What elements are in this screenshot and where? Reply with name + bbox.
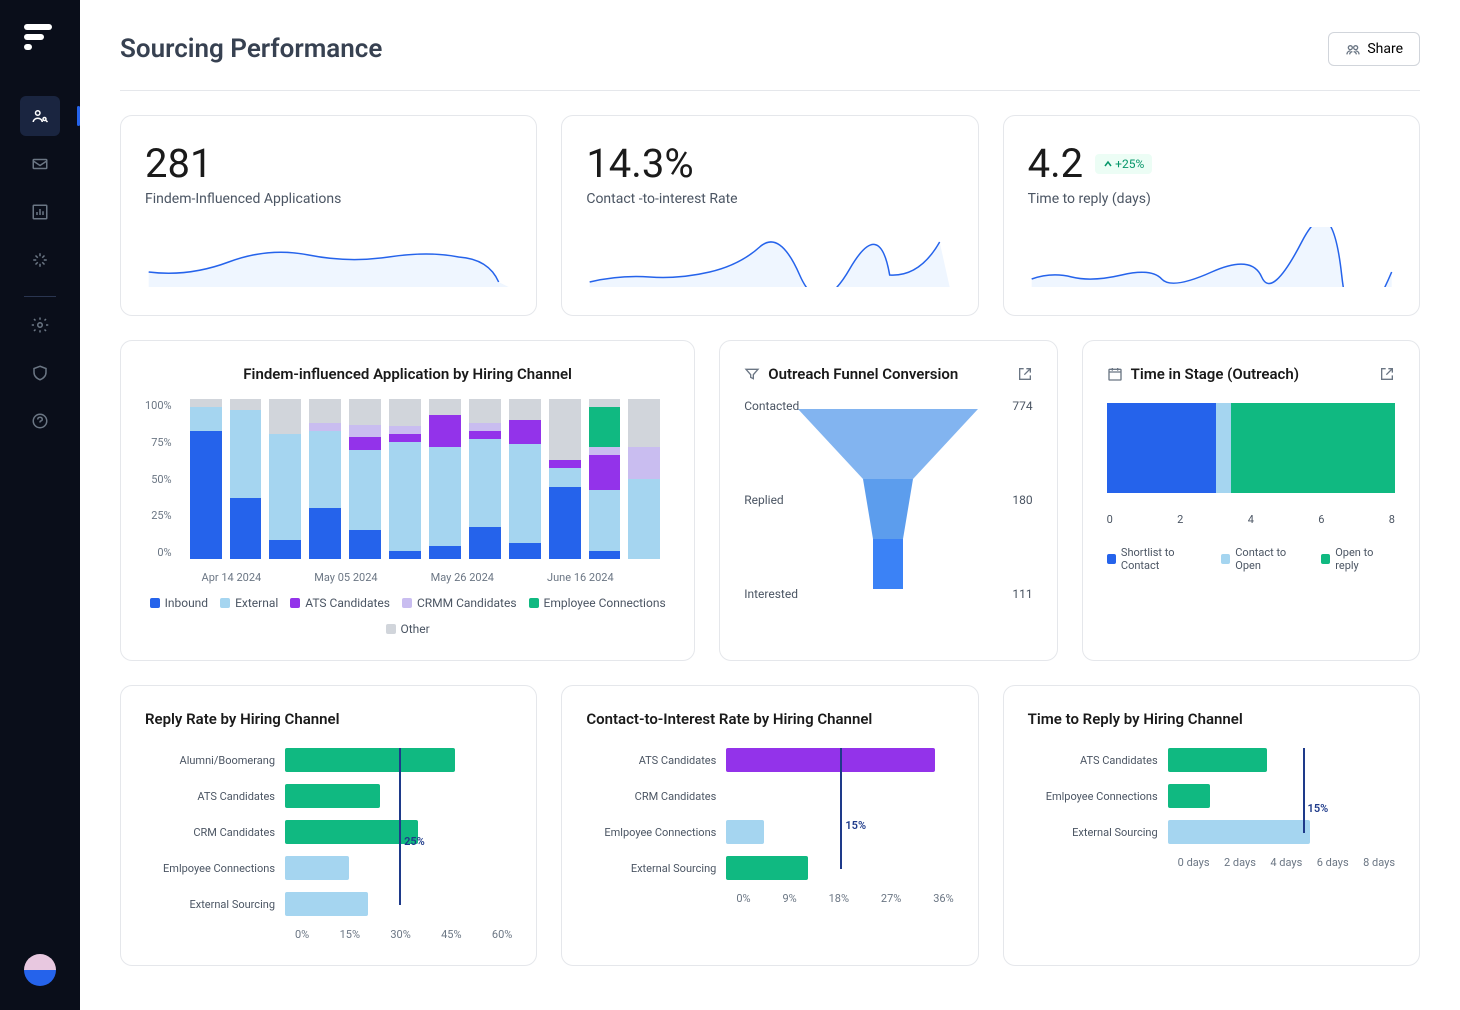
arrow-up-icon — [1103, 159, 1113, 169]
kpi-row: 281 Findem-Influenced Applications 14.3%… — [120, 115, 1420, 316]
card-title: Time to Reply by Hiring Channel — [1028, 710, 1395, 728]
y-axis: 100%75%50%25%0% — [145, 399, 180, 559]
nav-settings[interactable] — [20, 305, 60, 345]
kpi-time-reply[interactable]: 4.2 +25% Time to reply (days) — [1003, 115, 1420, 316]
kpi-label: Contact -to-interest Rate — [586, 191, 953, 207]
time-stage-bar — [1107, 403, 1395, 493]
funnel-label: Interested — [744, 587, 798, 601]
time-reply-card[interactable]: Time to Reply by Hiring Channel ATS Cand… — [1003, 685, 1420, 966]
kpi-label: Findem-Influenced Applications — [145, 191, 512, 207]
share-icon — [1345, 41, 1361, 57]
share-button[interactable]: Share — [1328, 32, 1420, 66]
card-title: Reply Rate by Hiring Channel — [145, 710, 512, 728]
legend: InboundExternalATS CandidatesCRMM Candid… — [145, 596, 670, 636]
help-icon — [31, 412, 49, 430]
funnel-label: Replied — [744, 493, 783, 507]
logo — [24, 24, 56, 56]
funnel-card[interactable]: Outreach Funnel Conversion Contacted 774 … — [719, 340, 1057, 661]
charts-row-3: Reply Rate by Hiring Channel Alumni/Boom… — [120, 685, 1420, 966]
user-avatar[interactable] — [24, 954, 56, 986]
shield-icon — [31, 364, 49, 382]
chart-icon — [31, 203, 49, 221]
open-icon[interactable] — [1017, 366, 1033, 382]
gear-icon — [31, 316, 49, 334]
sidebar-divider — [24, 296, 56, 297]
funnel-value: 111 — [1012, 587, 1032, 601]
page-title: Sourcing Performance — [120, 34, 382, 64]
calendar-icon — [1107, 366, 1123, 382]
sparkline — [586, 227, 953, 287]
stacked-chart-card[interactable]: Findem-influenced Application by Hiring … — [120, 340, 695, 661]
legend: Shortlist to ContactContact to OpenOpen … — [1107, 546, 1395, 572]
time-stage-card[interactable]: Time in Stage (Outreach) 02468 Shortlist… — [1082, 340, 1420, 661]
contact-interest-card[interactable]: Contact-to-Interest Rate by Hiring Chann… — [561, 685, 978, 966]
hbar-chart: ATS CandidatesCRM CandidatesEmlpoyee Con… — [586, 748, 953, 905]
card-title: Outreach Funnel Conversion — [768, 365, 958, 383]
x-axis: 02468 — [1107, 513, 1395, 526]
charts-row-2: Findem-influenced Application by Hiring … — [120, 340, 1420, 661]
kpi-value: 281 — [145, 140, 512, 187]
reply-rate-card[interactable]: Reply Rate by Hiring Channel Alumni/Boom… — [120, 685, 537, 966]
hbar-chart: Alumni/BoomerangATS CandidatesCRM Candid… — [145, 748, 512, 941]
sparkline — [145, 227, 512, 287]
funnel-shape — [798, 409, 978, 589]
card-title: Findem-influenced Application by Hiring … — [145, 365, 670, 383]
nav-mail[interactable] — [20, 144, 60, 184]
kpi-value: 14.3% — [586, 140, 953, 187]
main-content: Sourcing Performance Share 281 Findem-In… — [80, 0, 1460, 1010]
kpi-number: 4.2 — [1028, 140, 1084, 187]
funnel-icon — [744, 366, 760, 382]
funnel-value: 774 — [1012, 399, 1032, 413]
sidebar — [0, 0, 80, 1010]
nav-security[interactable] — [20, 353, 60, 393]
card-title: Time in Stage (Outreach) — [1131, 365, 1299, 383]
open-icon[interactable] — [1379, 366, 1395, 382]
mail-icon — [31, 155, 49, 173]
stacked-bars — [180, 399, 671, 559]
funnel-label: Contacted — [744, 399, 799, 413]
share-label: Share — [1367, 41, 1403, 57]
kpi-delta: +25% — [1095, 154, 1152, 174]
kpi-value: 4.2 +25% — [1028, 140, 1395, 187]
nav-people[interactable] — [20, 96, 60, 136]
kpi-label: Time to reply (days) — [1028, 191, 1395, 207]
funnel-chart: Contacted 774 Replied 180 Interested 111 — [744, 399, 1032, 601]
nav-analytics[interactable] — [20, 192, 60, 232]
nav-sparkle[interactable] — [20, 240, 60, 280]
nav-help[interactable] — [20, 401, 60, 441]
card-title: Contact-to-Interest Rate by Hiring Chann… — [586, 710, 953, 728]
sparkle-icon — [31, 251, 49, 269]
x-axis: Apr 14 2024May 05 2024May 26 2024June 16… — [145, 571, 670, 584]
kpi-applications[interactable]: 281 Findem-Influenced Applications — [120, 115, 537, 316]
funnel-value: 180 — [1012, 493, 1032, 507]
page-header: Sourcing Performance Share — [120, 32, 1420, 91]
hbar-chart: ATS CandidatesEmlpoyee ConnectionsExtern… — [1028, 748, 1395, 869]
kpi-contact-interest[interactable]: 14.3% Contact -to-interest Rate — [561, 115, 978, 316]
people-search-icon — [31, 107, 49, 125]
sparkline — [1028, 227, 1395, 287]
